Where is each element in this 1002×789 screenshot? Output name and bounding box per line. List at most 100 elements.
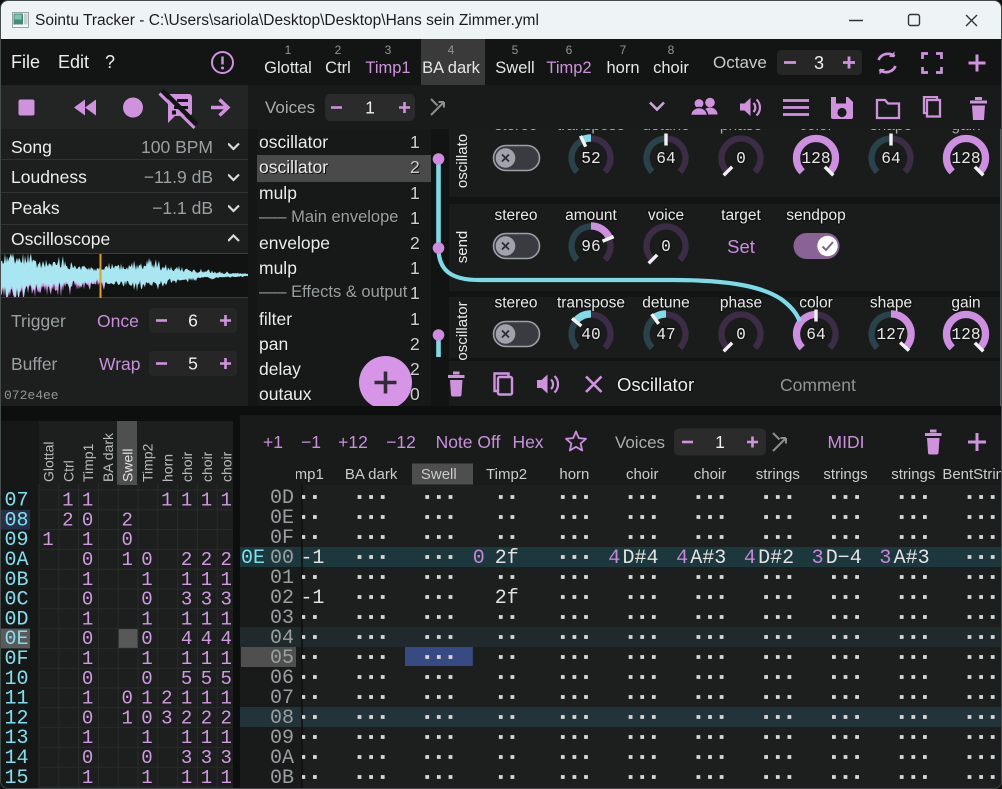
svg-text:1: 1: [141, 688, 152, 710]
svg-text:3: 3: [879, 547, 891, 570]
svg-text:choir: choir: [179, 451, 195, 482]
svg-text:target: target: [721, 207, 761, 224]
svg-text:128: 128: [951, 326, 980, 344]
svg-text:64: 64: [806, 326, 825, 344]
svg-text:1: 1: [141, 648, 152, 670]
svg-text:1: 1: [220, 727, 231, 749]
svg-text:64: 64: [656, 150, 675, 168]
svg-text:3: 3: [161, 707, 172, 729]
svg-text:1: 1: [141, 767, 152, 789]
svg-text:4: 4: [744, 547, 756, 570]
svg-text:15: 15: [5, 767, 29, 789]
svg-text:Hex: Hex: [512, 432, 543, 452]
svg-text:1: 1: [181, 569, 192, 591]
svg-text:oscillato: oscillato: [454, 134, 471, 188]
svg-text:4: 4: [608, 547, 620, 570]
svg-text:1: 1: [181, 767, 192, 789]
svg-text:phase: phase: [720, 295, 762, 312]
svg-text:+1: +1: [263, 432, 283, 452]
svg-text:color: color: [799, 129, 833, 134]
svg-text:1: 1: [365, 98, 375, 118]
svg-text:1: 1: [141, 608, 152, 630]
svg-text:amount: amount: [565, 207, 617, 224]
svg-text:96: 96: [581, 238, 600, 256]
svg-text:color: color: [799, 295, 833, 312]
svg-text:oscillator: oscillator: [454, 301, 471, 360]
svg-text:5: 5: [188, 354, 198, 374]
svg-text:shape: shape: [870, 295, 912, 312]
svg-text:1: 1: [201, 569, 212, 591]
svg-text:MIDI: MIDI: [828, 432, 865, 452]
svg-text:5: 5: [201, 668, 212, 690]
svg-text:D#2: D#2: [758, 547, 794, 570]
svg-text:Timp2: Timp2: [486, 466, 527, 483]
svg-text:+12: +12: [338, 432, 368, 452]
svg-text:horn: horn: [559, 466, 589, 483]
svg-text:1: 1: [220, 688, 231, 710]
svg-text:A#3: A#3: [894, 547, 930, 570]
svg-text:1: 1: [201, 767, 212, 789]
svg-text:D#4: D#4: [623, 547, 659, 570]
svg-text:2: 2: [181, 707, 192, 729]
svg-text:128: 128: [801, 150, 830, 168]
svg-text:Glottal: Glottal: [41, 442, 57, 482]
svg-text:Swell: Swell: [120, 449, 136, 482]
svg-text:BentStrings: BentStrings: [942, 466, 1002, 483]
svg-text:6: 6: [188, 311, 198, 331]
svg-text:-1: -1: [300, 547, 324, 570]
svg-text:3: 3: [201, 747, 212, 769]
svg-text:0: 0: [736, 326, 746, 344]
svg-text:stereo: stereo: [494, 129, 537, 134]
svg-text:Swell: Swell: [421, 466, 457, 483]
svg-text:5: 5: [220, 668, 231, 690]
svg-text:1: 1: [82, 490, 93, 512]
svg-text:2: 2: [181, 549, 192, 571]
svg-text:−12: −12: [386, 432, 416, 452]
svg-text:3: 3: [220, 589, 231, 611]
svg-text:1: 1: [62, 490, 73, 512]
svg-text:2: 2: [220, 549, 231, 571]
svg-text:transpose: transpose: [557, 129, 625, 134]
svg-text:3: 3: [812, 547, 824, 570]
svg-text:-1: -1: [300, 587, 324, 610]
svg-text:1: 1: [181, 648, 192, 670]
svg-text:2: 2: [161, 688, 172, 710]
svg-text:0: 0: [736, 150, 746, 168]
svg-text:3: 3: [181, 589, 192, 611]
svg-text:detune: detune: [642, 129, 689, 134]
svg-text:Note Off: Note Off: [436, 432, 501, 452]
svg-text:choir: choir: [219, 451, 233, 482]
svg-text:1: 1: [220, 648, 231, 670]
svg-text:stereo: stereo: [494, 207, 537, 224]
svg-text:BA dark: BA dark: [345, 466, 398, 483]
svg-text:1: 1: [201, 608, 212, 630]
svg-text:0: 0: [141, 549, 152, 571]
svg-text:1: 1: [82, 608, 93, 630]
svg-text:transpose: transpose: [557, 295, 625, 312]
svg-text:0: 0: [141, 589, 152, 611]
svg-text:1: 1: [220, 608, 231, 630]
svg-text:5: 5: [181, 668, 192, 690]
svg-text:Ctrl: Ctrl: [60, 460, 76, 482]
svg-text:gain: gain: [951, 129, 980, 134]
svg-text:1: 1: [201, 648, 212, 670]
svg-text:0: 0: [82, 549, 93, 571]
svg-text:strings: strings: [891, 466, 935, 483]
svg-text:64: 64: [881, 150, 900, 168]
svg-text:0: 0: [473, 547, 485, 570]
svg-text:0: 0: [141, 747, 152, 769]
svg-text:1: 1: [715, 432, 725, 452]
svg-text:3: 3: [201, 589, 212, 611]
svg-text:1: 1: [181, 727, 192, 749]
svg-text:127: 127: [876, 326, 905, 344]
svg-text:strings: strings: [756, 466, 800, 483]
svg-text:2f: 2f: [495, 587, 519, 610]
svg-text:strings: strings: [823, 466, 867, 483]
svg-text:gain: gain: [951, 295, 980, 312]
svg-text:1: 1: [121, 549, 132, 571]
svg-text:4: 4: [181, 628, 192, 650]
svg-text:−1: −1: [301, 432, 321, 452]
svg-text:choir: choir: [626, 466, 659, 483]
svg-text:3: 3: [181, 747, 192, 769]
svg-text:1: 1: [201, 490, 212, 512]
